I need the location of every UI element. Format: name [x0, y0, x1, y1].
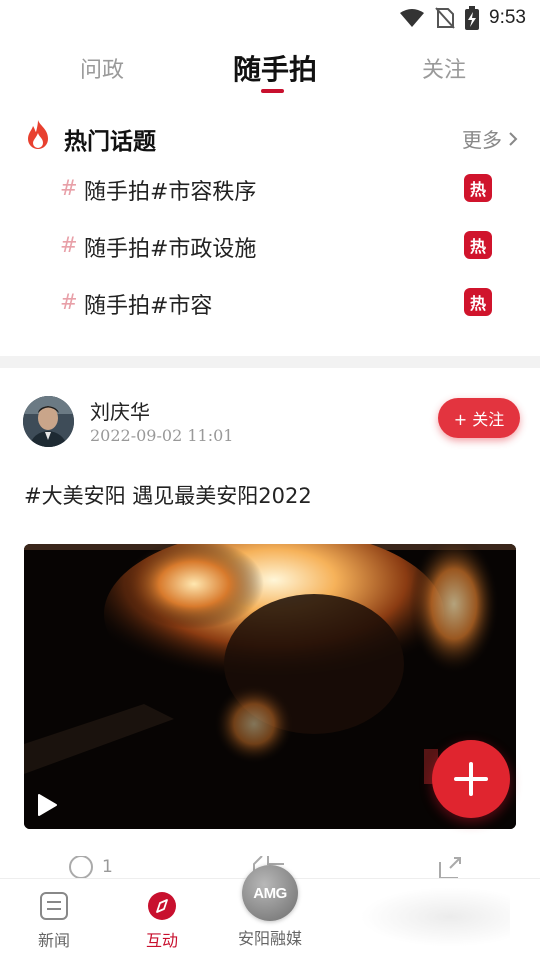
- chevron-right-icon: [509, 131, 518, 146]
- hot-topics-header: 热门话题 更多: [24, 116, 520, 156]
- hot-topics-section: 热门话题 更多 # 随手拍#市容秩序 热 # 随手拍#市政设施 热 # 随手拍#…: [0, 108, 540, 356]
- plus-icon: [454, 762, 488, 796]
- comment-count: 1: [102, 857, 113, 877]
- nav-item-interact[interactable]: 互动: [122, 891, 202, 951]
- active-tab-indicator: [261, 89, 284, 93]
- comment-icon: [69, 856, 93, 878]
- hot-badge: 热: [464, 288, 492, 316]
- more-link[interactable]: 更多: [462, 124, 518, 153]
- amg-logo: AMG: [242, 865, 298, 921]
- fire-icon: [28, 120, 48, 149]
- share-icon[interactable]: [436, 856, 464, 878]
- hot-badge: 热: [464, 231, 492, 259]
- compass-icon: [148, 892, 176, 920]
- battery-charging-icon: [465, 6, 480, 30]
- no-sim-icon: [435, 7, 455, 29]
- topic-text: 随手拍#市政设施: [84, 237, 257, 262]
- nav-label-anyang-media: 安阳融媒: [237, 929, 302, 948]
- add-post-button[interactable]: [432, 740, 510, 818]
- avatar[interactable]: [23, 396, 74, 447]
- tab-guanzhu[interactable]: 关注: [422, 52, 466, 84]
- topic-text: 随手拍#市容: [84, 294, 213, 319]
- nav-item-news[interactable]: 新闻: [14, 891, 94, 951]
- hash-icon: #: [60, 290, 78, 314]
- hash-icon: #: [60, 176, 78, 200]
- bottom-nav: 新闻 互动 AMG 安阳融媒: [0, 865, 540, 960]
- section-divider: [0, 356, 540, 368]
- nav-label-news: 新闻: [37, 931, 70, 950]
- topic-text: 随手拍#市容秩序: [84, 180, 257, 205]
- post-time: 2022-09-02 11:01: [90, 426, 234, 445]
- more-label: 更多: [462, 128, 502, 152]
- author-name[interactable]: 刘庆华: [90, 396, 150, 425]
- hash-icon: #: [60, 233, 78, 257]
- wifi-icon: [400, 9, 425, 27]
- nav-label-interact: 互动: [145, 931, 178, 950]
- post-text[interactable]: #大美安阳 遇见最美安阳2022: [24, 480, 312, 510]
- top-tabs: 问政 随手拍 关注: [0, 44, 540, 100]
- tab-wenzheng[interactable]: 问政: [80, 52, 124, 84]
- nav-placeholder-area: [360, 887, 510, 947]
- avatar-image: [23, 396, 74, 447]
- status-bar: 9:53: [0, 0, 540, 36]
- topic-item[interactable]: # 随手拍#市政设施 热: [60, 227, 492, 267]
- nav-item-anyang-media[interactable]: AMG 安阳融媒: [230, 865, 310, 949]
- follow-button[interactable]: + 关注: [438, 398, 520, 438]
- topic-item[interactable]: # 随手拍#市容秩序 热: [60, 170, 492, 210]
- hot-badge: 热: [464, 174, 492, 202]
- status-time: 9:53: [489, 7, 526, 28]
- news-icon: [40, 892, 68, 920]
- topic-item[interactable]: # 随手拍#市容 热: [60, 284, 492, 324]
- status-icons: 9:53: [399, 6, 526, 30]
- comment-button[interactable]: 1: [68, 856, 113, 878]
- tab-suishoupai[interactable]: 随手拍: [233, 48, 317, 88]
- play-icon[interactable]: [36, 793, 58, 817]
- hot-topics-title: 热门话题: [64, 129, 156, 155]
